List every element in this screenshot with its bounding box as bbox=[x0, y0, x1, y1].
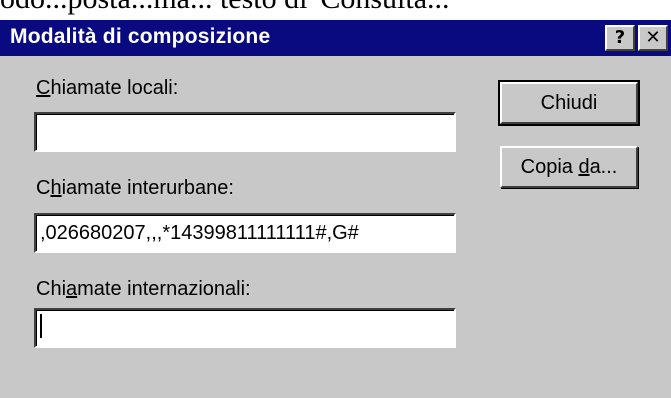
long-distance-calls-input[interactable] bbox=[34, 213, 456, 253]
text-cursor bbox=[40, 314, 42, 338]
international-calls-input[interactable] bbox=[34, 308, 456, 348]
close-button-label: Chiudi bbox=[540, 92, 598, 114]
international-calls-label: Chiamate internazionali: bbox=[36, 278, 251, 300]
help-button[interactable]: ? bbox=[605, 25, 635, 51]
title-bar: Modalità di composizione ? ✕ bbox=[0, 20, 671, 56]
close-window-button[interactable]: ✕ bbox=[638, 25, 668, 51]
long-distance-calls-label: Chiamate interurbane: bbox=[36, 177, 234, 199]
background-text: odo...posta...ma... testo di 'Consulta..… bbox=[0, 0, 450, 16]
window-title: Modalità di composizione bbox=[10, 25, 271, 48]
local-calls-input[interactable] bbox=[34, 112, 456, 152]
copy-from-button[interactable]: Copia da... bbox=[500, 146, 638, 188]
copy-from-button-label: Copia da... bbox=[520, 156, 618, 178]
help-icon: ? bbox=[614, 27, 626, 48]
close-button[interactable]: Chiudi bbox=[498, 80, 640, 126]
background-document-strip: odo...posta...ma... testo di 'Consulta..… bbox=[0, 0, 671, 20]
local-calls-label: Chiamate locali: bbox=[36, 77, 179, 99]
close-icon: ✕ bbox=[645, 27, 661, 48]
dialing-rules-dialog: Modalità di composizione ? ✕ Chiamate lo… bbox=[0, 20, 671, 398]
